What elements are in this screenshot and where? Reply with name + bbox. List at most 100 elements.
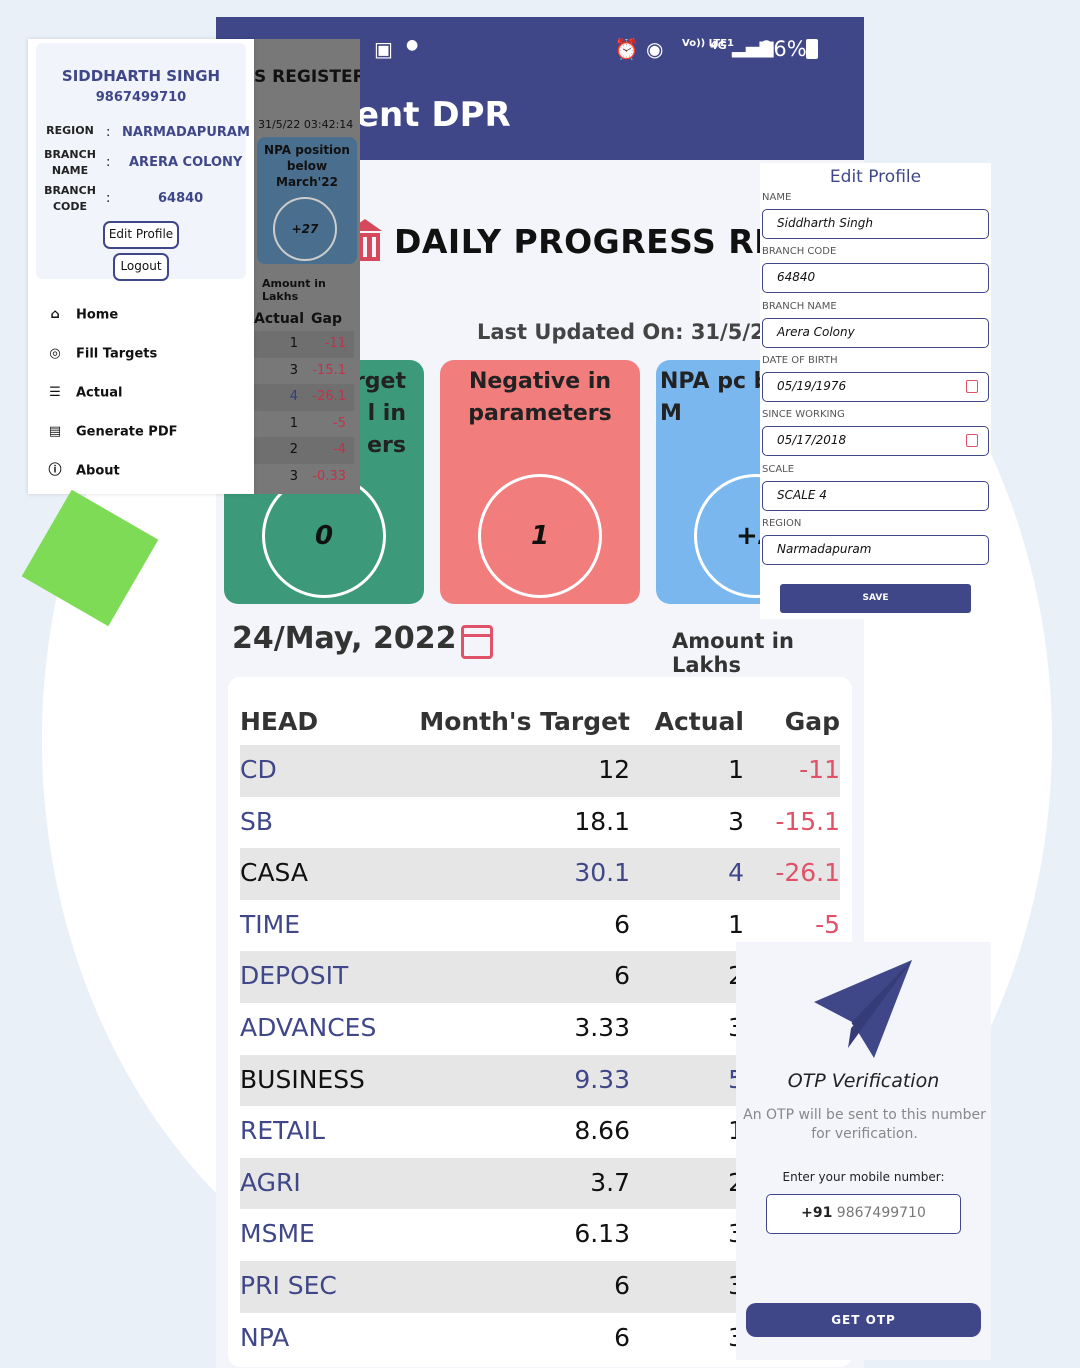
background-screen-overlay: S REGISTER 31/5/22 03:42:14 NPA position… xyxy=(254,39,360,494)
table-row: CASA 30.1 4 -26.1 xyxy=(240,848,840,900)
colon: : xyxy=(106,191,111,206)
field-label: SCALE xyxy=(762,463,795,475)
profile-input[interactable]: SCALE 4 xyxy=(762,480,989,511)
field-label: DATE OF BIRTH xyxy=(762,354,838,366)
negative-card[interactable]: Negative in parameters 1 xyxy=(440,360,640,604)
mobile-label: Enter your mobile number: xyxy=(782,1170,945,1184)
row-gap: -15.1 xyxy=(775,806,840,836)
calendar-icon[interactable] xyxy=(966,379,978,393)
profile-input[interactable]: Siddharth Singh xyxy=(762,209,989,239)
nav-generate-pdf-label: Generate PDF xyxy=(76,424,178,440)
overlay-timestamp: 31/5/22 03:42:14 xyxy=(258,118,354,131)
edit-profile-button[interactable]: Edit Profile xyxy=(103,221,179,249)
row-head: PRI SEC xyxy=(240,1271,337,1300)
negative-card-label: Negative in parameters xyxy=(468,369,612,426)
gallery-icon: ▣ xyxy=(374,37,393,61)
save-button[interactable]: SAVE xyxy=(780,584,971,613)
field-label: NAME xyxy=(762,192,792,203)
row-head: NPA xyxy=(240,1322,290,1352)
calendar-icon[interactable] xyxy=(461,625,493,659)
overlay-row-gap: -26.1 xyxy=(312,389,346,404)
overlay-row: 4 -26.1 xyxy=(254,384,354,411)
info-icon: ⓘ xyxy=(48,463,62,478)
edit-profile-panel: Edit Profile NAME Siddharth Singh BRANCH C… xyxy=(760,163,991,619)
row-actual: 1 xyxy=(728,755,744,784)
profile-input[interactable]: Arera Colony xyxy=(762,317,989,348)
profile-input[interactable]: 05/17/2018 xyxy=(762,426,989,457)
row-head: AGRI xyxy=(240,1167,301,1197)
header-gap: Gap xyxy=(784,707,840,736)
row-target: 8.66 xyxy=(574,1116,630,1146)
selected-date: 24/May, 2022 xyxy=(232,621,457,656)
overlay-row-actual: 4 xyxy=(289,389,298,404)
profile-input-value: Arera Colony xyxy=(777,324,855,339)
field-label: BRANCH CODE xyxy=(762,246,837,258)
row-actual: 3 xyxy=(728,806,744,836)
otp-title: OTP Verification xyxy=(787,1070,940,1092)
overlay-header-actual: Actual xyxy=(254,311,305,327)
row-target: 6 xyxy=(614,1271,630,1300)
nav-generate-pdf[interactable]: ▤ Generate PDF xyxy=(46,423,178,441)
dot-icon: ● xyxy=(406,37,419,53)
row-head: CASA xyxy=(240,858,308,888)
row-target: 6.13 xyxy=(574,1219,630,1249)
nav-actual[interactable]: ☰ Actual xyxy=(46,384,122,402)
overlay-row: 3 -0.33 xyxy=(254,464,354,491)
country-code: +91 xyxy=(801,1205,833,1221)
target-icon: ◎ xyxy=(49,346,61,361)
overlay-row-actual: 3 xyxy=(289,468,298,484)
get-otp-button[interactable]: GET OTP xyxy=(746,1303,981,1337)
row-gap: -5 xyxy=(815,909,840,939)
row-target: 3.7 xyxy=(590,1167,630,1197)
overlay-npa-value: +27 xyxy=(273,197,337,261)
row-head: RETAIL xyxy=(240,1116,325,1146)
overlay-row-gap: -0.33 xyxy=(312,468,346,484)
home-icon: ⌂ xyxy=(50,307,60,322)
overlay-row-actual: 1 xyxy=(289,415,298,431)
list-icon: ☰ xyxy=(49,385,61,400)
alarm-icon: ⏰ xyxy=(614,37,639,61)
edit-profile-title: Edit Profile xyxy=(829,167,922,187)
hotspot-icon: ◉ xyxy=(646,37,664,61)
row-target: 6 xyxy=(614,909,630,939)
overlay-row-actual: 1 xyxy=(289,336,298,351)
nav-fill-targets[interactable]: ◎ Fill Targets xyxy=(46,345,157,363)
profile-input[interactable]: 05/19/1976 xyxy=(762,371,989,402)
calendar-icon[interactable] xyxy=(966,434,978,448)
profile-card: SIDDHARTH SINGH 9867499710 REGION : NARM… xyxy=(36,43,250,281)
row-gap: -26.1 xyxy=(775,858,840,888)
overlay-row: 3 -15.1 xyxy=(254,358,354,385)
negative-card-value: 1 xyxy=(478,474,602,598)
mobile-input[interactable]: +91 9867499710 xyxy=(766,1194,961,1234)
profile-input-value: Siddharth Singh xyxy=(777,216,873,230)
row-target: 3.33 xyxy=(574,1013,630,1042)
profile-input[interactable]: Narmadapuram xyxy=(762,534,989,565)
header-target: Month's Target xyxy=(419,707,630,736)
profile-input-value: 64840 xyxy=(777,270,816,285)
user-phone: 9867499710 xyxy=(95,90,187,105)
nav-home[interactable]: ⌂ Home xyxy=(46,306,118,324)
colon: : xyxy=(106,125,111,140)
branch-name-label: BRANCH NAME xyxy=(44,148,96,177)
region-value: NARMADAPURAM xyxy=(122,125,250,140)
overlay-row: 1 -11 xyxy=(254,331,354,358)
row-actual: 4 xyxy=(728,858,744,888)
branch-name-value: ARERA COLONY xyxy=(129,155,243,170)
overlay-header-gap: Gap xyxy=(311,311,342,327)
table-row: SB 18.1 3 -15.1 xyxy=(240,797,840,849)
row-target: 6 xyxy=(614,1322,630,1352)
row-head: ADVANCES xyxy=(240,1013,377,1042)
row-head: DEPOSIT xyxy=(240,961,349,991)
row-target: 6 xyxy=(614,961,630,991)
profile-input-value: SCALE 4 xyxy=(777,487,827,502)
logout-button[interactable]: Logout xyxy=(113,253,169,281)
profile-input[interactable]: 64840 xyxy=(762,263,989,294)
row-target: 18.1 xyxy=(574,806,630,836)
branch-code-value: 64840 xyxy=(158,191,204,206)
battery-percent: 96% xyxy=(760,37,807,61)
nav-about[interactable]: ⓘ About xyxy=(46,462,120,480)
row-head: BUSINESS xyxy=(240,1064,365,1094)
overlay-row: 2 -4 xyxy=(254,437,354,464)
nav-about-label: About xyxy=(76,463,120,479)
overlay-row-actual: 3 xyxy=(289,362,298,378)
